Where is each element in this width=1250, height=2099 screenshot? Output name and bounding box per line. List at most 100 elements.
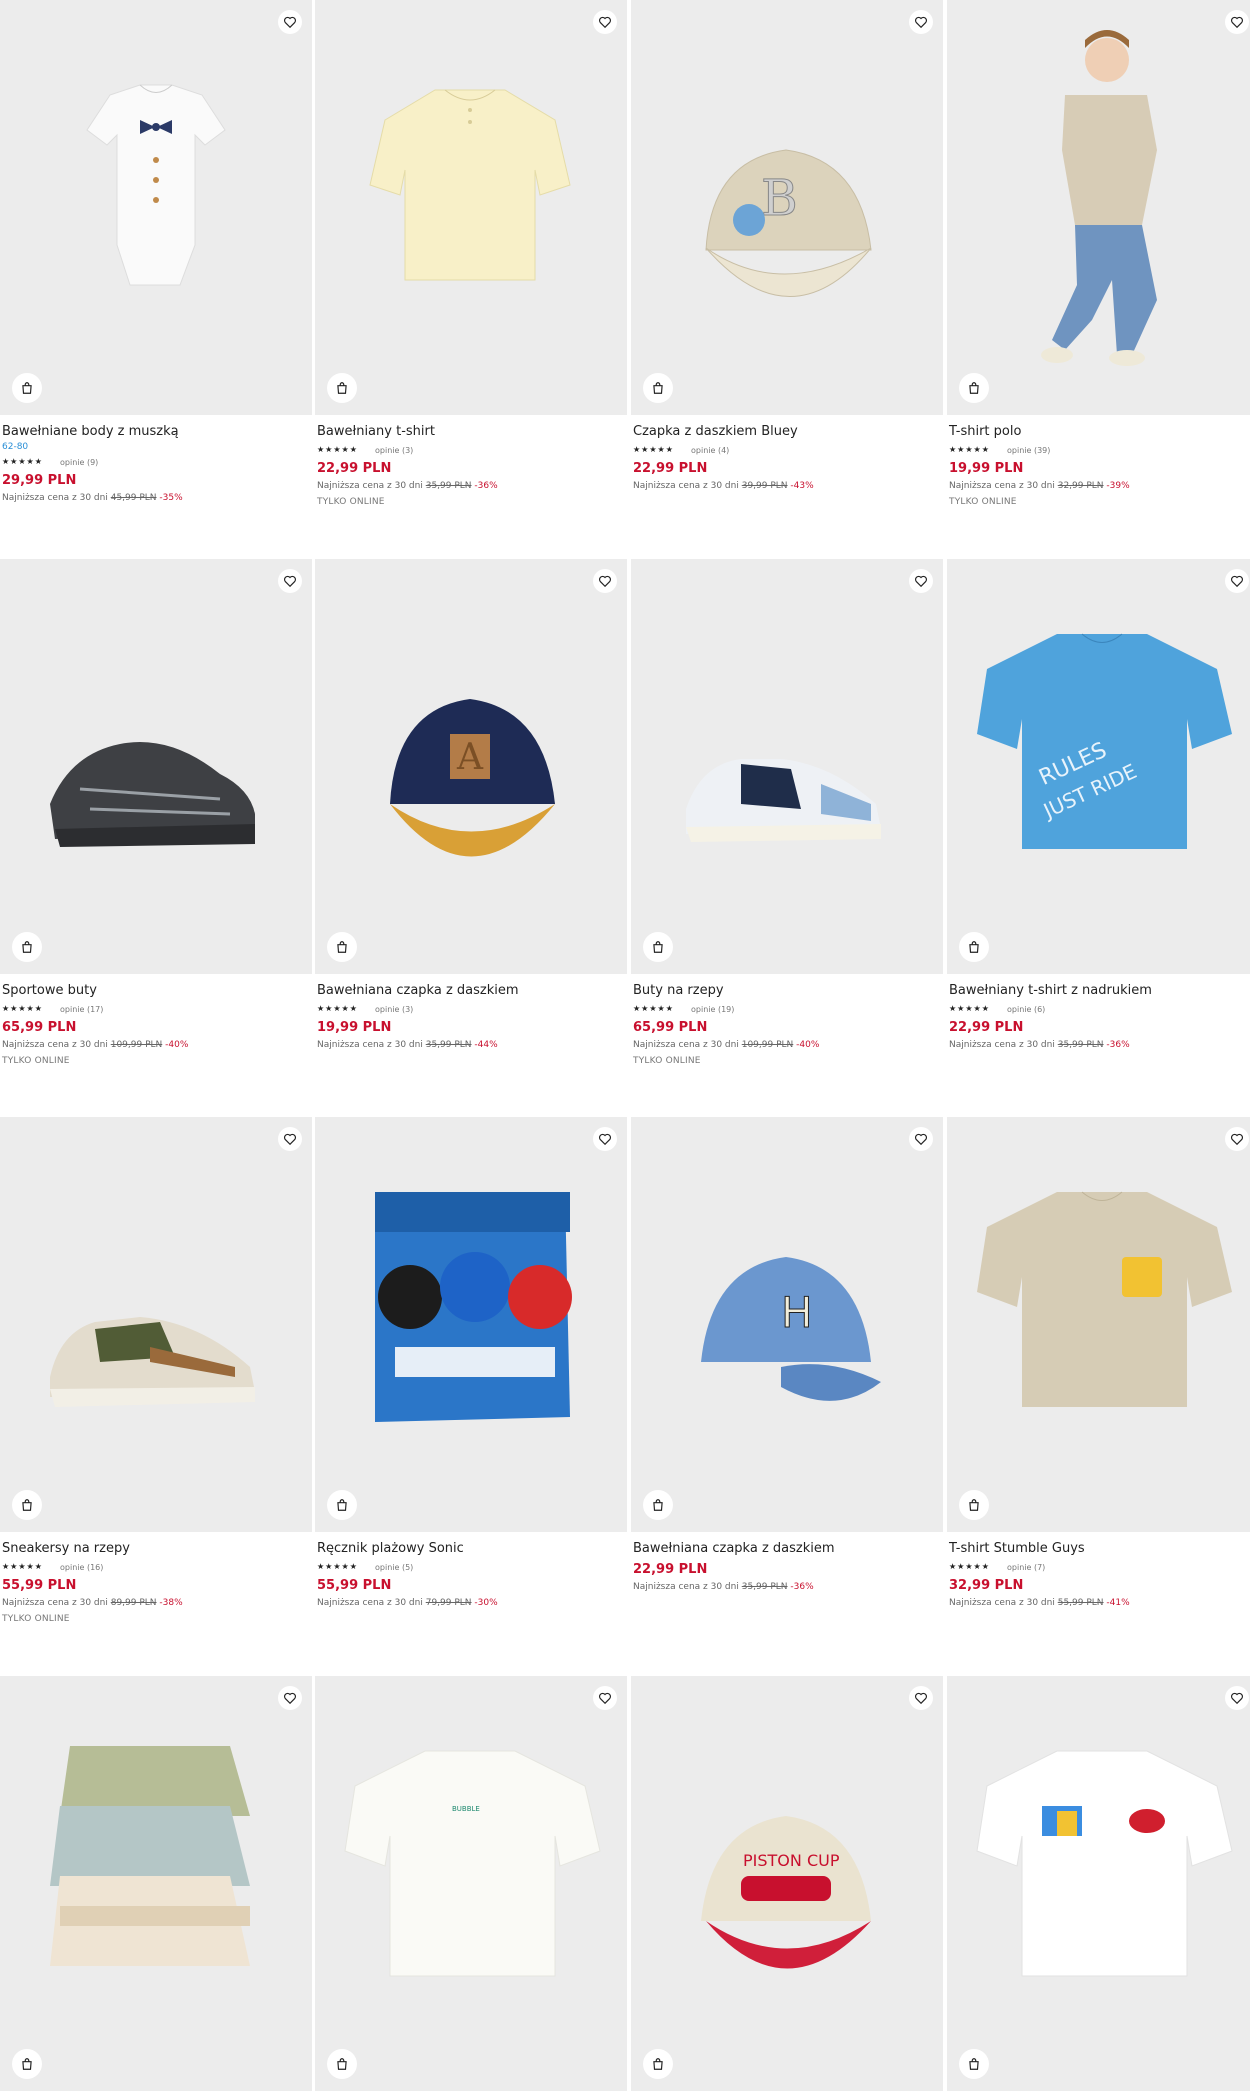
product-image[interactable]: [315, 1117, 627, 1532]
product-title[interactable]: T-shirt Stumble Guys: [949, 1540, 1250, 1557]
product-card[interactable]: T-shirt polo ★★★★★ ★★★★★ opinie (39) 19,9…: [947, 0, 1250, 507]
add-to-cart-button[interactable]: [959, 373, 989, 403]
product-title[interactable]: Czapka z daszkiem Bluey: [633, 423, 941, 440]
product-image[interactable]: RULES JUST RIDE: [947, 559, 1250, 974]
favorite-button[interactable]: [593, 569, 617, 593]
product-card[interactable]: Sneakersy na rzepy ★★★★★ ★★★★★ opinie (1…: [0, 1117, 312, 1624]
favorite-button[interactable]: [909, 10, 933, 34]
favorite-button[interactable]: [593, 1686, 617, 1710]
add-to-cart-button[interactable]: [643, 932, 673, 962]
product-card[interactable]: B Czapka z daszkiem Bluey ★★★★★ ★★★★★ op…: [631, 0, 943, 491]
product-card[interactable]: Sportowe buty ★★★★★ ★★★★★ opinie (17) 65,…: [0, 559, 312, 1066]
add-to-cart-button[interactable]: [959, 1490, 989, 1520]
online-only-label: TYLKO ONLINE: [2, 1614, 70, 1624]
product-title[interactable]: Bawełniany t-shirt: [317, 423, 625, 440]
discount-badge: -36%: [790, 1582, 814, 1592]
reviews-count[interactable]: opinie (17): [60, 1005, 103, 1014]
product-image[interactable]: [0, 1676, 312, 2091]
reviews-count[interactable]: opinie (4): [691, 446, 729, 455]
product-image[interactable]: [315, 0, 627, 415]
lowest-price-info: Najniższa cena z 30 dni 109,99 PLN -40%: [2, 1040, 310, 1050]
favorite-button[interactable]: [278, 569, 302, 593]
reviews-count[interactable]: opinie (39): [1007, 446, 1050, 455]
add-to-cart-button[interactable]: [959, 932, 989, 962]
add-to-cart-button[interactable]: [959, 2049, 989, 2079]
product-image[interactable]: [947, 1676, 1250, 2091]
product-image[interactable]: PISTON CUP: [631, 1676, 943, 2091]
product-card[interactable]: H Bawełniana czapka z daszkiem 22,99 PLN …: [631, 1117, 943, 1592]
product-card[interactable]: RULES JUST RIDE Bawełniany t-shirt z nad…: [947, 559, 1250, 1050]
product-card[interactable]: BUBBLE: [315, 1676, 627, 2099]
product-title[interactable]: Bawełniane body z muszką: [2, 423, 310, 440]
product-card[interactable]: Buty na rzepy ★★★★★ ★★★★★ opinie (19) 65,…: [631, 559, 943, 1066]
lowest-price-label: Najniższa cena z 30 dni: [317, 1598, 423, 1608]
tshirt-white-bubble-image: BUBBLE: [344, 1750, 601, 1977]
favorite-button[interactable]: [593, 10, 617, 34]
product-image[interactable]: [631, 559, 943, 974]
favorite-button[interactable]: [1225, 10, 1249, 34]
rating-stars: ★★★★★ ★★★★★: [633, 445, 674, 454]
add-to-cart-button[interactable]: [12, 932, 42, 962]
online-only-label: TYLKO ONLINE: [2, 1056, 70, 1066]
add-to-cart-button[interactable]: [643, 1490, 673, 1520]
product-image[interactable]: [947, 0, 1250, 415]
reviews-count[interactable]: opinie (19): [691, 1005, 734, 1014]
add-to-cart-button[interactable]: [643, 2049, 673, 2079]
product-title[interactable]: Bawełniany t-shirt z nadrukiem: [949, 982, 1250, 999]
add-to-cart-button[interactable]: [327, 2049, 357, 2079]
add-to-cart-button[interactable]: [12, 2049, 42, 2079]
price: 22,99 PLN: [633, 461, 708, 476]
product-title[interactable]: Sneakersy na rzepy: [2, 1540, 310, 1557]
add-to-cart-button[interactable]: [12, 373, 42, 403]
reviews-count[interactable]: opinie (3): [375, 1005, 413, 1014]
add-to-cart-button[interactable]: [643, 373, 673, 403]
product-info: Czapka z daszkiem Bluey ★★★★★ ★★★★★ opin…: [631, 415, 943, 491]
product-title[interactable]: T-shirt polo: [949, 423, 1250, 440]
favorite-button[interactable]: [909, 569, 933, 593]
reviews-count[interactable]: opinie (6): [1007, 1005, 1045, 1014]
reviews-count[interactable]: opinie (9): [60, 458, 98, 467]
product-card[interactable]: A Bawełniana czapka z daszkiem ★★★★★ ★★★…: [315, 559, 627, 1050]
product-image[interactable]: A: [315, 559, 627, 974]
reviews-count[interactable]: opinie (16): [60, 1563, 103, 1572]
product-title[interactable]: Bawełniana czapka z daszkiem: [633, 1540, 941, 1557]
add-to-cart-button[interactable]: [327, 932, 357, 962]
product-image[interactable]: [0, 0, 312, 415]
product-title[interactable]: Ręcznik plażowy Sonic: [317, 1540, 625, 1557]
favorite-button[interactable]: [1225, 569, 1249, 593]
reviews-count[interactable]: opinie (3): [375, 446, 413, 455]
product-image[interactable]: H: [631, 1117, 943, 1532]
product-title[interactable]: Buty na rzepy: [633, 982, 941, 999]
product-card[interactable]: PISTON CUP: [631, 1676, 943, 2099]
favorite-button[interactable]: [278, 10, 302, 34]
favorite-button[interactable]: [909, 1127, 933, 1151]
product-image[interactable]: [0, 559, 312, 974]
favorite-button[interactable]: [1225, 1127, 1249, 1151]
product-card[interactable]: [0, 1676, 312, 2099]
product-card[interactable]: Bawełniany t-shirt ★★★★★ ★★★★★ opinie (3…: [315, 0, 627, 507]
favorite-button[interactable]: [593, 1127, 617, 1151]
product-card[interactable]: [947, 1676, 1250, 2099]
shopping-bag-icon: [969, 941, 979, 953]
favorite-button[interactable]: [909, 1686, 933, 1710]
rating: ★★★★★ ★★★★★ opinie (39): [949, 444, 1250, 456]
product-card[interactable]: Ręcznik plażowy Sonic ★★★★★ ★★★★★ opinie…: [315, 1117, 627, 1608]
reviews-count[interactable]: opinie (7): [1007, 1563, 1045, 1572]
product-image[interactable]: BUBBLE: [315, 1676, 627, 2091]
discount-badge: -36%: [1106, 1040, 1130, 1050]
product-card[interactable]: T-shirt Stumble Guys ★★★★★ ★★★★★ opinie …: [947, 1117, 1250, 1608]
reviews-count[interactable]: opinie (5): [375, 1563, 413, 1572]
product-image[interactable]: B: [631, 0, 943, 415]
favorite-button[interactable]: [1225, 1686, 1249, 1710]
product-card[interactable]: Bawełniane body z muszką 62-80 ★★★★★ ★★★★…: [0, 0, 312, 503]
add-to-cart-button[interactable]: [327, 373, 357, 403]
product-grid: Bawełniane body z muszką 62-80 ★★★★★ ★★★★…: [0, 0, 1250, 2091]
favorite-button[interactable]: [278, 1686, 302, 1710]
add-to-cart-button[interactable]: [12, 1490, 42, 1520]
product-title[interactable]: Sportowe buty: [2, 982, 310, 999]
add-to-cart-button[interactable]: [327, 1490, 357, 1520]
product-image[interactable]: [0, 1117, 312, 1532]
product-image[interactable]: [947, 1117, 1250, 1532]
favorite-button[interactable]: [278, 1127, 302, 1151]
product-title[interactable]: Bawełniana czapka z daszkiem: [317, 982, 625, 999]
